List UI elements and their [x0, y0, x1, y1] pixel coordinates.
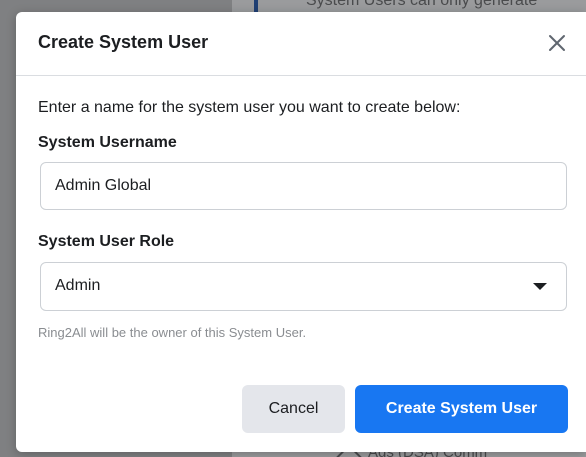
owner-note: Ring2All will be the owner of this Syste… [38, 325, 307, 340]
role-select[interactable]: Admin [40, 262, 567, 311]
role-select-value: Admin [55, 277, 101, 294]
username-input[interactable] [40, 162, 567, 210]
dialog-header: Create System User [16, 12, 586, 76]
create-system-user-button[interactable]: Create System User [355, 385, 568, 433]
dialog-title: Create System User [38, 32, 209, 52]
background-text-top: System Users can only generate [306, 0, 538, 9]
caret-down-icon [533, 283, 547, 290]
create-system-user-dialog: Create System User Enter a name for the … [16, 12, 586, 452]
username-label: System Username [38, 134, 177, 151]
dialog-intro-text: Enter a name for the system user you wan… [38, 99, 461, 116]
role-label: System User Role [38, 233, 175, 250]
cancel-button[interactable]: Cancel [242, 385, 345, 433]
close-icon[interactable] [546, 32, 568, 54]
